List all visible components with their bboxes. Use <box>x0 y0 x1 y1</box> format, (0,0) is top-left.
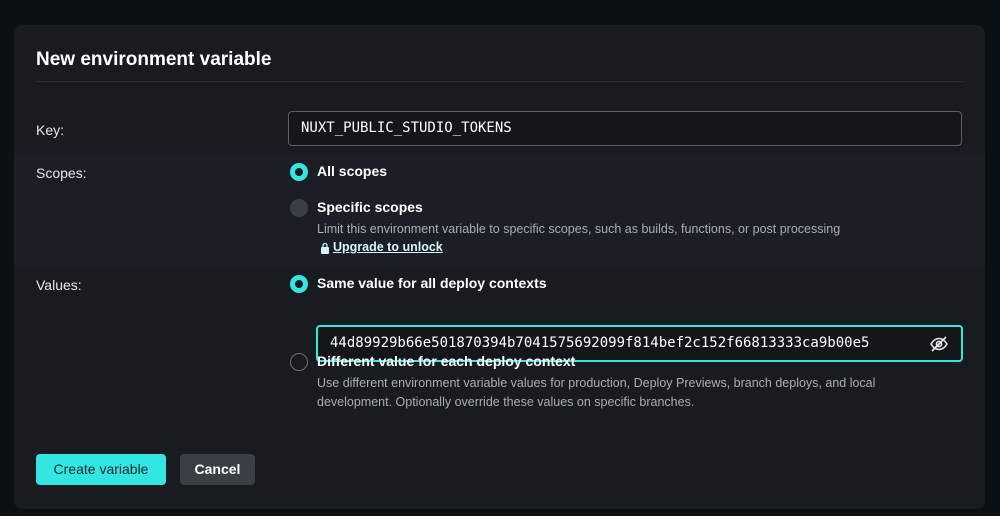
values-label: Values: <box>36 277 82 293</box>
same-value-radio[interactable] <box>290 275 308 293</box>
key-label: Key: <box>36 122 65 138</box>
specific-scopes-description: Limit this environment variable to speci… <box>317 222 841 236</box>
different-value-description-line2: development. Optionally override these v… <box>317 395 695 409</box>
key-row: Key: NUXT_PUBLIC_STUDIO_TOKENS <box>14 101 985 153</box>
cancel-button[interactable]: Cancel <box>180 454 255 485</box>
key-input[interactable]: NUXT_PUBLIC_STUDIO_TOKENS <box>288 111 962 146</box>
new-env-variable-dialog: New environment variable Key: NUXT_PUBLI… <box>14 25 985 509</box>
all-scopes-radio[interactable] <box>290 163 308 181</box>
scopes-label: Scopes: <box>36 165 87 181</box>
specific-scopes-label: Specific scopes <box>317 199 423 215</box>
dialog-title: New environment variable <box>36 49 272 70</box>
all-scopes-label: All scopes <box>317 163 388 179</box>
different-value-description-line1: Use different environment variable value… <box>317 376 876 390</box>
different-value-label: Different value for each deploy context <box>317 353 576 369</box>
title-divider <box>36 81 963 82</box>
upgrade-to-unlock-link[interactable]: Upgrade to unlock <box>333 240 443 254</box>
different-value-radio[interactable] <box>290 353 308 371</box>
lock-icon <box>321 242 329 254</box>
specific-scopes-radio <box>290 199 308 217</box>
same-value-label: Same value for all deploy contexts <box>317 275 547 291</box>
create-variable-button[interactable]: Create variable <box>36 454 166 485</box>
scopes-row: Scopes: All scopes Specific scopes Limit… <box>14 153 985 265</box>
values-row: Values: Same value for all deploy contex… <box>14 265 985 421</box>
eye-off-icon[interactable] <box>929 334 949 354</box>
